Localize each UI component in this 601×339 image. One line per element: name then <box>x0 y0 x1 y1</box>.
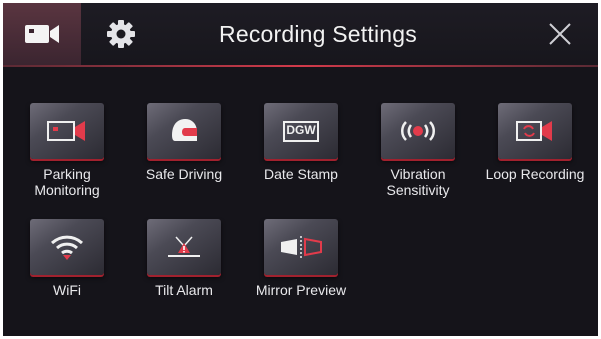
setting-tile[interactable]: DGW <box>264 103 338 159</box>
setting-tile[interactable] <box>381 103 455 159</box>
setting-label: Tilt Alarm <box>155 282 213 298</box>
setting-label: WiFi <box>53 282 81 298</box>
top-bar: Recording Settings <box>3 3 598 65</box>
date-stamp-badge: DGW <box>286 123 316 137</box>
recording-settings-screen: Recording Settings Parking Monitoring Sa… <box>3 3 598 336</box>
setting-label: Mirror Preview <box>255 282 347 298</box>
mirror-preview-icon <box>281 236 322 258</box>
close-button[interactable] <box>543 17 577 51</box>
setting-parking-monitoring[interactable]: Parking Monitoring <box>9 103 125 213</box>
setting-label: Loop Recording <box>485 166 585 182</box>
page-title: Recording Settings <box>219 21 417 47</box>
setting-label: Date Stamp <box>264 166 338 182</box>
setting-tilt-alarm[interactable]: Tilt Alarm <box>126 219 242 329</box>
setting-date-stamp[interactable]: DGW Date Stamp <box>243 103 359 213</box>
wifi-icon <box>50 235 84 260</box>
setting-wifi[interactable]: WiFi <box>9 219 125 329</box>
date-stamp-icon: DGW <box>283 121 319 142</box>
helmet-icon <box>172 119 197 141</box>
setting-tile[interactable] <box>264 219 338 275</box>
setting-label: Parking <box>43 166 91 182</box>
setting-label: Safe Driving <box>145 166 223 182</box>
setting-tile[interactable] <box>30 103 104 159</box>
tab-camera[interactable] <box>3 3 81 65</box>
setting-loop-recording[interactable]: Loop Recording <box>477 103 593 213</box>
setting-tile[interactable] <box>30 219 104 275</box>
setting-vibration-sensitivity[interactable]: Vibration Sensitivity <box>360 103 476 213</box>
setting-tile[interactable] <box>498 103 572 159</box>
header-divider <box>3 65 598 67</box>
setting-safe-driving[interactable]: Safe Driving <box>126 103 242 213</box>
setting-tile[interactable] <box>147 219 221 275</box>
setting-label-line2: Sensitivity <box>386 182 450 198</box>
video-camera-icon <box>25 25 59 43</box>
setting-tile[interactable] <box>147 103 221 159</box>
tilt-alarm-icon <box>168 236 200 257</box>
setting-label-line2: Monitoring <box>34 182 100 198</box>
gear-icon <box>107 20 135 48</box>
close-icon <box>549 23 571 45</box>
parking-camera-icon <box>47 121 85 141</box>
vibration-icon <box>401 121 435 141</box>
setting-label: Vibration <box>390 166 446 182</box>
loop-recording-icon <box>516 121 552 141</box>
setting-mirror-preview[interactable]: Mirror Preview <box>243 219 359 329</box>
tab-settings[interactable] <box>81 3 161 65</box>
